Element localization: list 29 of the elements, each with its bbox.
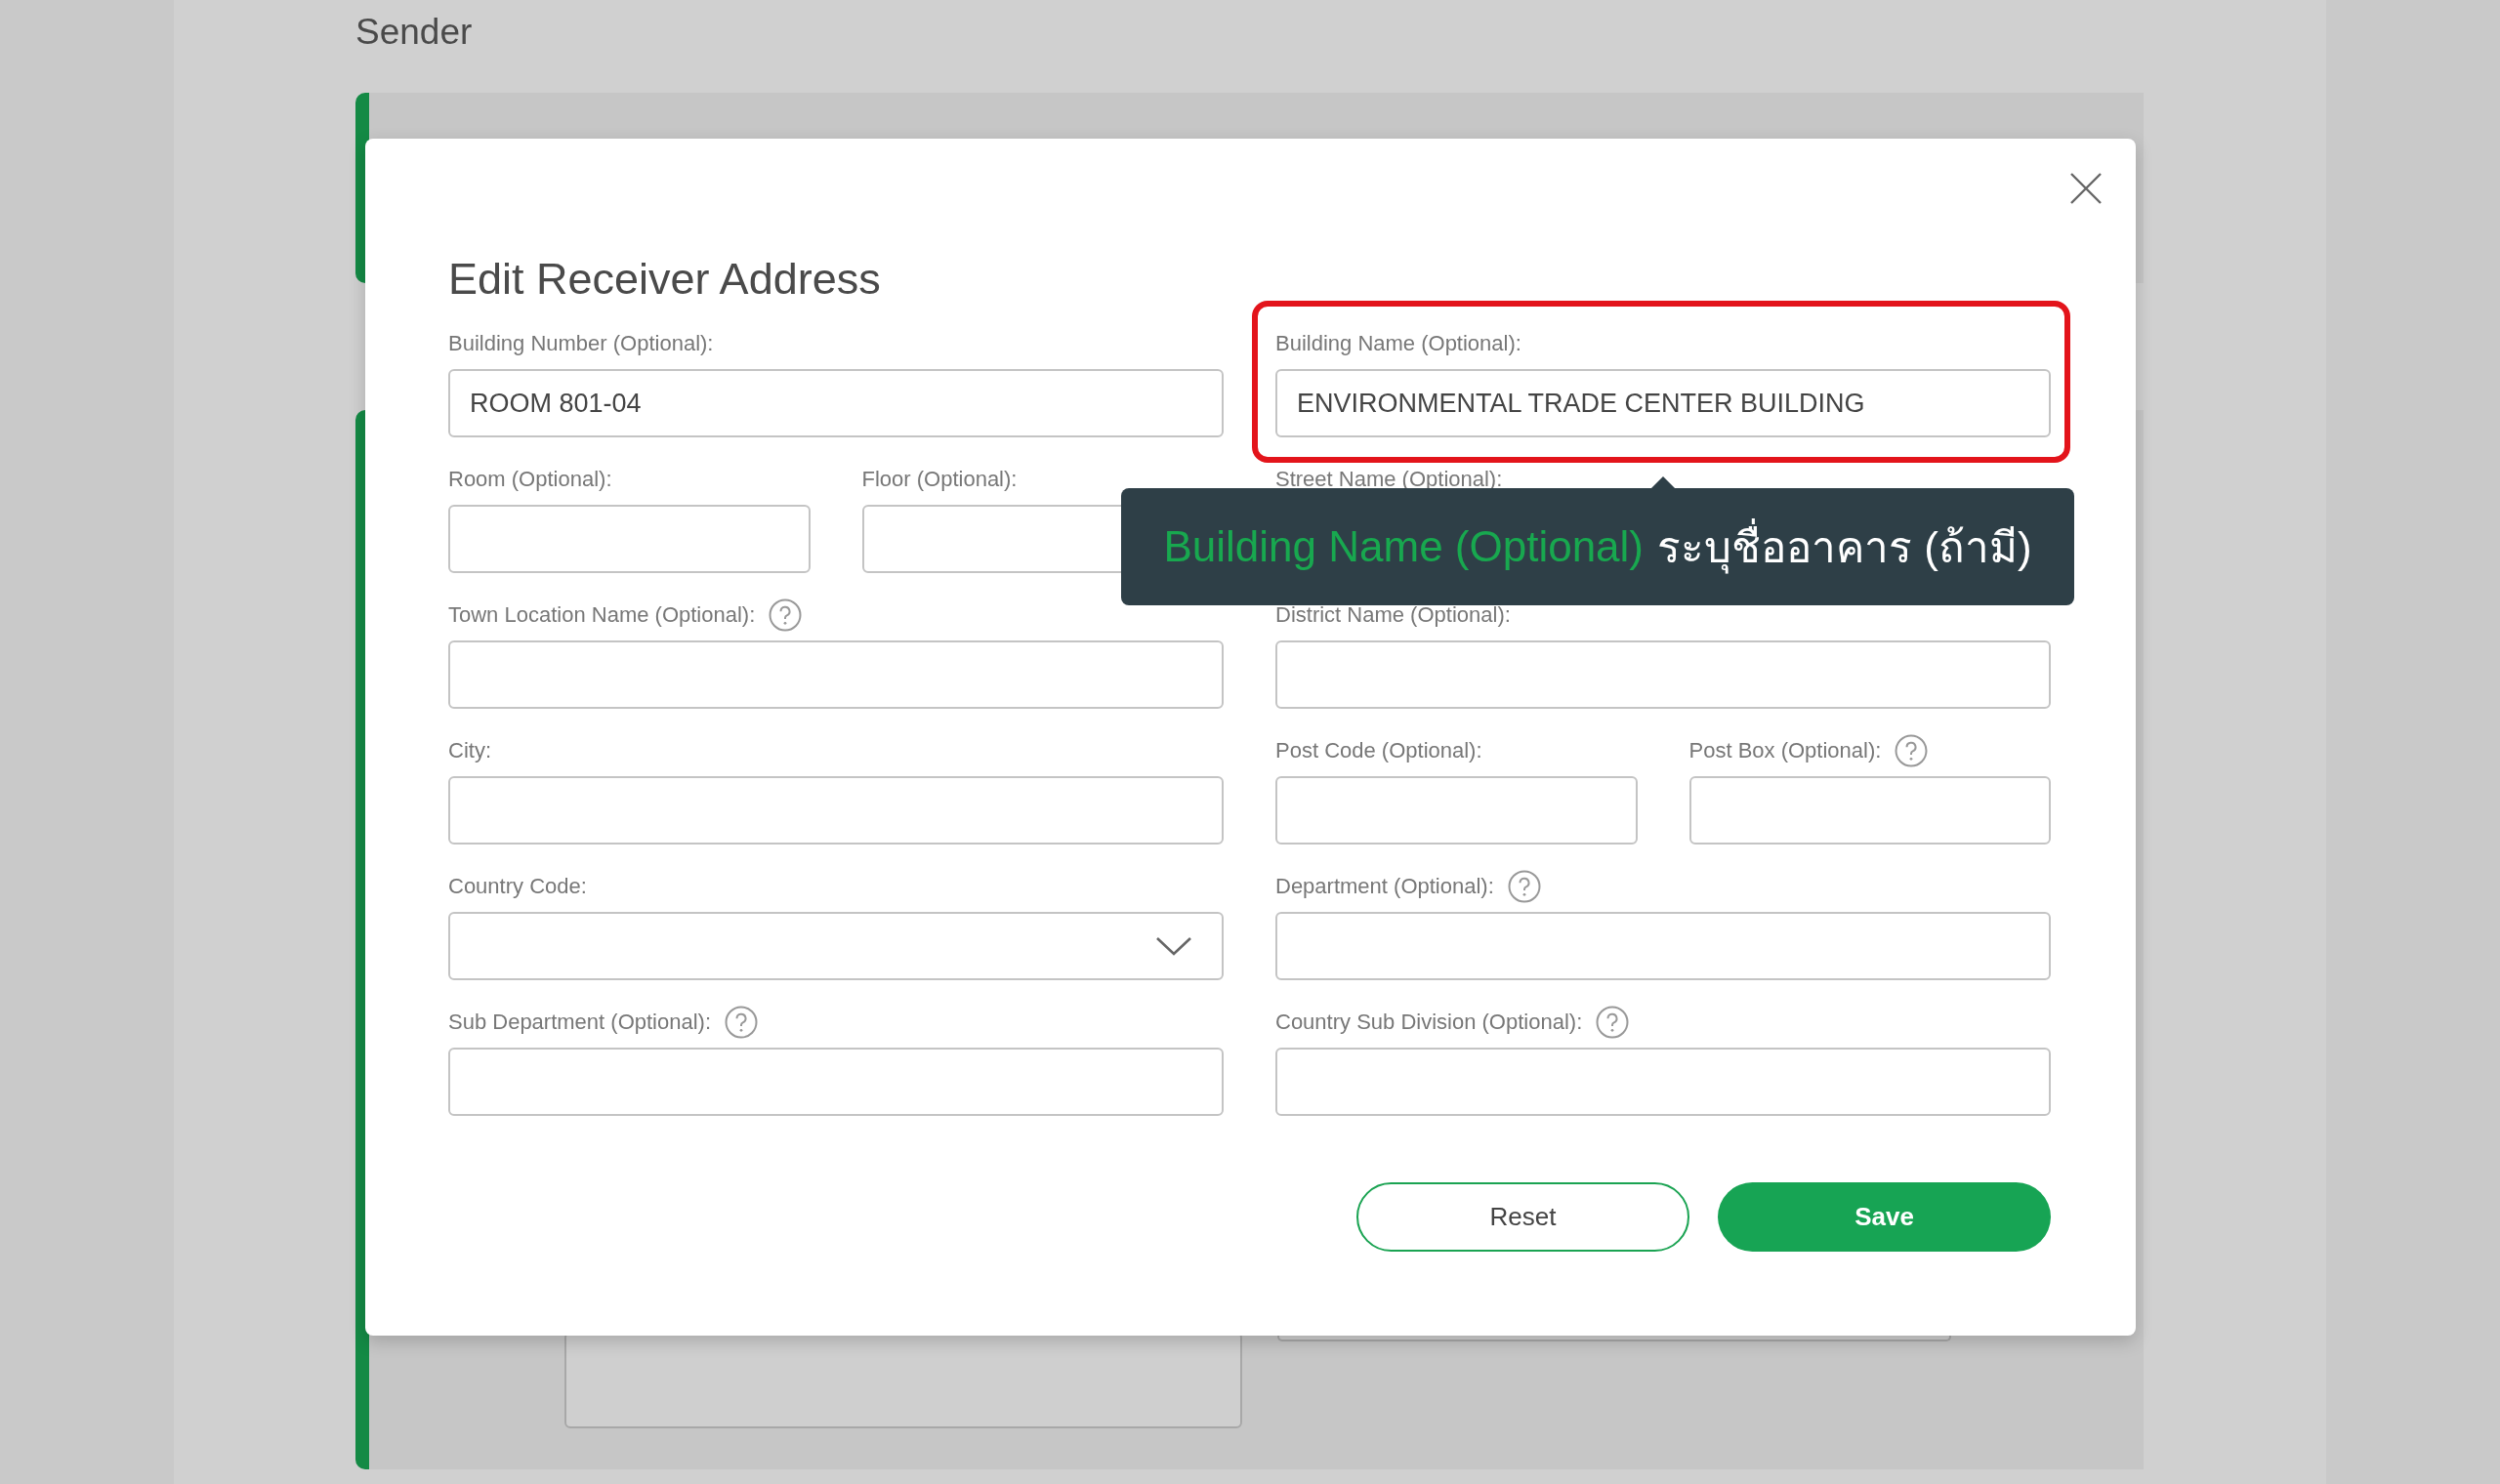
field-label: City: <box>448 738 491 763</box>
field-label: Department (Optional): <box>1275 874 1494 899</box>
field-label: District Name (Optional): <box>1275 602 1511 628</box>
close-icon[interactable] <box>2069 172 2103 205</box>
dropdown[interactable] <box>448 912 1224 980</box>
tooltip-text: ระบุชื่ออาคาร (ถ้ามี) <box>1657 513 2032 581</box>
field-label: Building Number (Optional): <box>448 331 714 356</box>
help-icon[interactable] <box>1507 870 1541 903</box>
field-label: Town Location Name (Optional): <box>448 602 756 628</box>
field-label: Floor (Optional): <box>861 467 1018 492</box>
help-icon[interactable] <box>1596 1006 1630 1039</box>
help-icon[interactable] <box>769 598 803 632</box>
field-label: Sub Department (Optional): <box>448 1010 712 1035</box>
field-label: Country Code: <box>448 874 587 899</box>
field-label: Post Box (Optional): <box>1688 738 1882 763</box>
chevron-down-icon <box>1155 935 1192 957</box>
section-title: Sender <box>355 11 474 54</box>
field-label: Street Name (Optional): <box>1275 467 1503 492</box>
input-field[interactable]: ENVIRONMENTAL TRADE CENTER BUILDING <box>1275 369 2051 437</box>
field-label: Country Sub Division (Optional): <box>1275 1010 1583 1035</box>
tooltip-term: Building Name (Optional) <box>1163 522 1644 571</box>
field-label: Building Name (Optional): <box>1275 331 1521 356</box>
input-field[interactable]: ROOM 801-04 <box>448 369 1224 437</box>
field-label: Room (Optional): <box>448 467 612 492</box>
dialog-title: Edit Receiver Address <box>448 254 882 306</box>
help-icon[interactable] <box>725 1006 759 1039</box>
help-icon[interactable] <box>1895 734 1929 767</box>
field-label: Post Code (Optional): <box>1275 738 1482 763</box>
reset-button[interactable]: Reset <box>1356 1182 1689 1252</box>
